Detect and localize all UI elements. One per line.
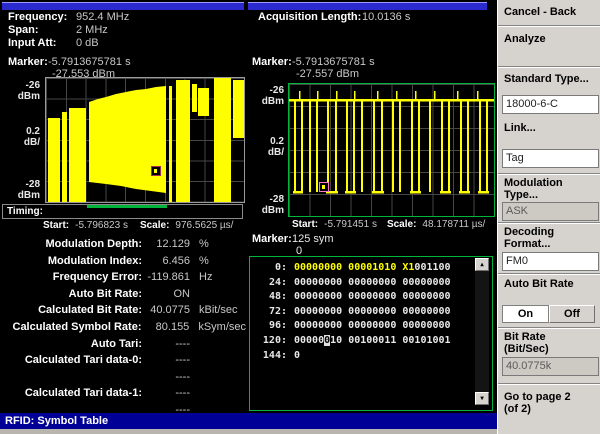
span-label: Span: xyxy=(8,24,39,36)
right-chart-marker xyxy=(319,182,329,192)
measurement-row: Frequency Error:-119.861Hz xyxy=(0,269,246,286)
left-y-mid-label: 0.2dB/ xyxy=(12,126,40,148)
scroll-up-icon: ▲ xyxy=(480,261,484,268)
bit-rate-field[interactable]: 40.0775k xyxy=(502,357,599,376)
symbol-row: 120:00000010 00100011 00101001 xyxy=(250,334,492,349)
modulation-type-button[interactable]: ModulationType... xyxy=(504,177,563,201)
left-start-scale: Start:-5.796823 s Scale:976.5625 µs/ xyxy=(43,220,233,231)
rfid-analyzer-screen: Frequency: 952.4 MHz Span: 2 MHz Input A… xyxy=(0,0,600,434)
zoomed-waveform-trace xyxy=(289,84,494,216)
measurement-row: Calculated Symbol Rate:80.155kSym/sec xyxy=(0,319,246,336)
measurement-row: Calculated Tari data-1:---- xyxy=(0,385,246,402)
sidebar-separator xyxy=(498,66,600,68)
go-to-page-2-button[interactable]: Go to page 2(of 2) xyxy=(504,391,571,415)
cancel-back-button[interactable]: Cancel - Back xyxy=(504,6,576,18)
sidebar-separator xyxy=(498,222,600,224)
left-panel-titlebar[interactable] xyxy=(2,2,244,10)
zoomed-waveform-chart xyxy=(288,83,495,217)
standard-type-button[interactable]: Standard Type... xyxy=(504,73,589,85)
right-y-bottom-label: -28dBm xyxy=(254,194,284,216)
input-att-label: Input Att: xyxy=(8,37,56,49)
bit-rate-label: Bit Rate(Bit/Sec) xyxy=(504,331,549,355)
measurement-row: ---- xyxy=(0,368,246,385)
decoding-format-field[interactable]: FM0 xyxy=(502,252,599,271)
symbol-table: 0:00000000 00001010 X1001100 24:00000000… xyxy=(249,256,493,411)
left-marker-time: -5.7913675781 s xyxy=(48,56,131,68)
symbol-row: 144:0 xyxy=(250,349,492,364)
modulation-type-field[interactable]: ASK xyxy=(502,202,599,221)
symbol-row: 24:00000000 00000000 00000000 xyxy=(250,276,492,291)
span-value: 2 MHz xyxy=(76,24,108,36)
left-chart-marker xyxy=(151,166,161,176)
sidebar-separator xyxy=(498,25,600,27)
acquisition-length-value: 10.0136 s xyxy=(362,11,410,23)
auto-bit-rate-on-button[interactable]: On xyxy=(502,305,549,323)
left-y-bottom-label: -28dBm xyxy=(12,179,40,201)
status-bar-text: RFID: Symbol Table xyxy=(5,415,108,427)
frequency-value: 952.4 MHz xyxy=(76,11,129,23)
frequency-label: Frequency: xyxy=(8,11,67,23)
link-button[interactable]: Link... xyxy=(504,122,536,134)
power-vs-time-chart xyxy=(45,77,245,203)
softkey-sidebar: Cancel - Back Analyze Standard Type... 1… xyxy=(497,0,600,434)
symbol-row: 72:00000000 00000000 00000000 xyxy=(250,305,492,320)
status-bar: RFID: Symbol Table xyxy=(0,413,497,429)
standard-type-field[interactable]: 18000-6-C xyxy=(502,95,599,114)
input-att-value: 0 dB xyxy=(76,37,99,49)
scroll-down-icon: ▼ xyxy=(480,395,484,402)
measurement-row: Modulation Index:6.456% xyxy=(0,253,246,270)
table-marker-label: Marker: xyxy=(252,233,292,245)
power-vs-time-trace xyxy=(46,78,244,202)
right-panel-titlebar[interactable] xyxy=(248,2,487,10)
symbol-row: 96:00000000 00000000 00000000 xyxy=(250,319,492,334)
measurement-row: Calculated Tari data-0:---- xyxy=(0,352,246,369)
sidebar-separator xyxy=(498,327,600,329)
timing-label: Timing: xyxy=(7,206,43,217)
symbol-row: 48:00000000 00000000 00000000 xyxy=(250,290,492,305)
right-marker-label: Marker: xyxy=(252,56,292,68)
timing-bar: Timing: xyxy=(2,204,243,219)
right-marker-time: -5.7913675781 s xyxy=(292,56,375,68)
symbol-row: 0:00000000 00001010 X1001100 xyxy=(250,261,492,276)
measurement-row: Auto Tari:---- xyxy=(0,335,246,352)
symbol-table-scrollbar[interactable]: ▲ ▼ xyxy=(475,258,489,405)
sidebar-separator xyxy=(498,273,600,275)
analyze-button[interactable]: Analyze xyxy=(504,33,546,45)
right-marker-level: -27.557 dBm xyxy=(296,68,359,80)
scroll-up-button[interactable]: ▲ xyxy=(475,258,489,271)
left-y-top-label: -26dBm xyxy=(12,80,40,102)
decoding-format-button[interactable]: DecodingFormat... xyxy=(504,226,554,250)
right-start-scale: Start:-5.791451 s Scale:48.178711 µs/ xyxy=(292,219,485,230)
right-y-mid-label: 0.2dB/ xyxy=(254,136,284,158)
measurements-panel: Modulation Depth:12.129% Modulation Inde… xyxy=(0,236,246,418)
measurement-row: Auto Bit Rate:ON xyxy=(0,286,246,303)
auto-bit-rate-off-button[interactable]: Off xyxy=(549,305,595,323)
timing-gate-indicator xyxy=(87,205,167,208)
measurement-row: Modulation Depth:12.129% xyxy=(0,236,246,253)
sidebar-separator xyxy=(498,173,600,175)
link-field[interactable]: Tag xyxy=(502,149,599,168)
left-marker-label: Marker: xyxy=(8,56,48,68)
table-marker-position: 125 sym xyxy=(292,233,334,245)
scroll-down-button[interactable]: ▼ xyxy=(475,392,489,405)
right-y-top-label: -26dBm xyxy=(254,85,284,107)
auto-bit-rate-label: Auto Bit Rate xyxy=(504,278,574,290)
acquisition-length-label: Acquisition Length: xyxy=(258,11,361,23)
sidebar-separator xyxy=(498,383,600,385)
measurement-row: Calculated Bit Rate:40.0775kBit/sec xyxy=(0,302,246,319)
